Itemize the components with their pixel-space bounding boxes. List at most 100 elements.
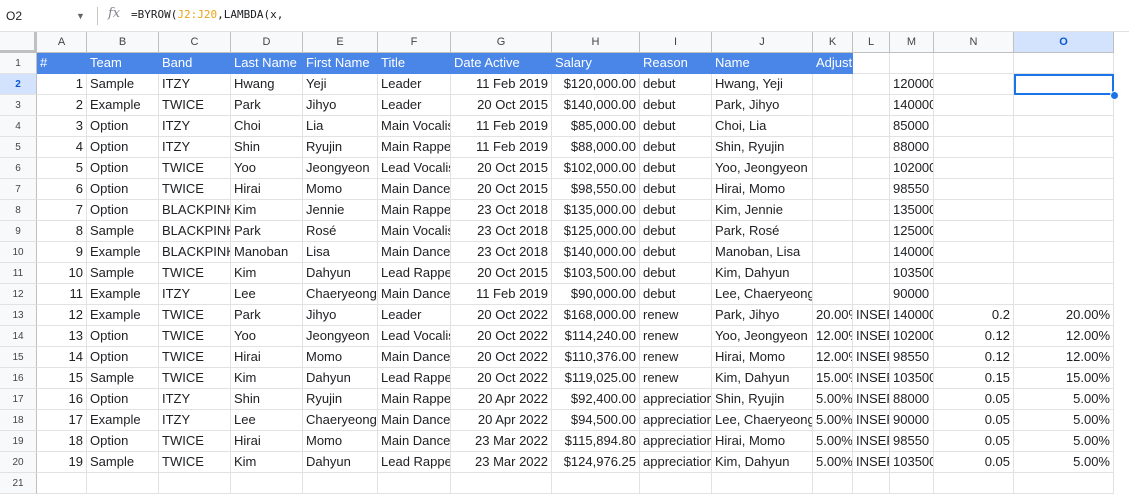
- table-cell[interactable]: Shin, Ryujin: [712, 389, 813, 410]
- table-cell[interactable]: 98550: [890, 431, 934, 452]
- table-cell[interactable]: 11 Feb 2019: [451, 74, 552, 95]
- table-cell[interactable]: INSERT: [853, 305, 890, 326]
- empty-cell[interactable]: [87, 473, 159, 494]
- row-header-7[interactable]: 7: [0, 179, 37, 200]
- empty-cell[interactable]: [1014, 53, 1114, 74]
- table-cell[interactable]: 12.00%: [813, 347, 853, 368]
- table-cell[interactable]: 11: [37, 284, 87, 305]
- table-cell[interactable]: Main Dancer: [378, 410, 451, 431]
- empty-cell[interactable]: [934, 53, 1014, 74]
- column-header-k[interactable]: K: [813, 32, 853, 53]
- row-header-8[interactable]: 8: [0, 200, 37, 221]
- row-header-2[interactable]: 2: [0, 74, 37, 95]
- column-header-c[interactable]: C: [159, 32, 231, 53]
- empty-cell[interactable]: [451, 473, 552, 494]
- table-cell[interactable]: 90000: [890, 410, 934, 431]
- table-cell[interactable]: Main Dancer: [378, 179, 451, 200]
- table-cell[interactable]: Main Rapper: [378, 389, 451, 410]
- table-cell[interactable]: ITZY: [159, 116, 231, 137]
- table-cell[interactable]: $114,240.00: [552, 326, 640, 347]
- table-cell[interactable]: $88,000.00: [552, 137, 640, 158]
- table-cell[interactable]: 5.00%: [1014, 452, 1114, 473]
- column-header-g[interactable]: G: [451, 32, 552, 53]
- table-cell[interactable]: Main Dancer: [378, 347, 451, 368]
- table-cell[interactable]: INSERT: [853, 410, 890, 431]
- table-cell[interactable]: Example: [87, 284, 159, 305]
- table-cell[interactable]: 15.00%: [1014, 368, 1114, 389]
- table-cell[interactable]: 23 Oct 2018: [451, 221, 552, 242]
- table-cell[interactable]: ITZY: [159, 74, 231, 95]
- table-cell[interactable]: $90,000.00: [552, 284, 640, 305]
- column-header-b[interactable]: B: [87, 32, 159, 53]
- table-cell[interactable]: Main Vocalist: [378, 116, 451, 137]
- table-cell[interactable]: 20.00%: [1014, 305, 1114, 326]
- table-cell[interactable]: TWICE: [159, 263, 231, 284]
- row-header-5[interactable]: 5: [0, 137, 37, 158]
- row-header-14[interactable]: 14: [0, 326, 37, 347]
- table-cell[interactable]: Sample: [87, 368, 159, 389]
- table-cell[interactable]: 8: [37, 221, 87, 242]
- table-cell[interactable]: 14: [37, 347, 87, 368]
- table-cell[interactable]: appreciation: [640, 431, 712, 452]
- table-cell[interactable]: Choi, Lia: [712, 116, 813, 137]
- header-cell[interactable]: Title: [378, 53, 451, 74]
- table-cell[interactable]: Yeji: [303, 74, 378, 95]
- table-cell[interactable]: 19: [37, 452, 87, 473]
- table-cell[interactable]: [934, 116, 1014, 137]
- table-cell[interactable]: TWICE: [159, 368, 231, 389]
- table-cell[interactable]: Kim: [231, 200, 303, 221]
- row-header-4[interactable]: 4: [0, 116, 37, 137]
- table-cell[interactable]: Dahyun: [303, 263, 378, 284]
- table-cell[interactable]: Choi: [231, 116, 303, 137]
- table-cell[interactable]: Momo: [303, 347, 378, 368]
- table-cell[interactable]: appreciation: [640, 410, 712, 431]
- table-cell[interactable]: Sample: [87, 74, 159, 95]
- table-cell[interactable]: Rosé: [303, 221, 378, 242]
- table-cell[interactable]: $110,376.00: [552, 347, 640, 368]
- table-cell[interactable]: 16: [37, 389, 87, 410]
- table-cell[interactable]: [934, 74, 1014, 95]
- row-header-19[interactable]: 19: [0, 431, 37, 452]
- table-cell[interactable]: [934, 200, 1014, 221]
- empty-cell[interactable]: [378, 473, 451, 494]
- table-cell[interactable]: Example: [87, 242, 159, 263]
- row-header-15[interactable]: 15: [0, 347, 37, 368]
- table-cell[interactable]: 102000: [890, 326, 934, 347]
- table-cell[interactable]: renew: [640, 305, 712, 326]
- table-cell[interactable]: ITZY: [159, 410, 231, 431]
- table-cell[interactable]: [853, 95, 890, 116]
- table-cell[interactable]: [934, 263, 1014, 284]
- table-cell[interactable]: Kim, Dahyun: [712, 452, 813, 473]
- row-header-21[interactable]: 21: [0, 473, 37, 494]
- table-cell[interactable]: [934, 221, 1014, 242]
- table-cell[interactable]: Hirai, Momo: [712, 431, 813, 452]
- table-cell[interactable]: 20 Oct 2015: [451, 95, 552, 116]
- empty-cell[interactable]: [853, 53, 890, 74]
- header-cell[interactable]: Last Name: [231, 53, 303, 74]
- chevron-down-icon[interactable]: ▼: [76, 6, 85, 26]
- header-cell[interactable]: #: [37, 53, 87, 74]
- table-cell[interactable]: Jihyo: [303, 95, 378, 116]
- table-cell[interactable]: renew: [640, 368, 712, 389]
- table-cell[interactable]: TWICE: [159, 179, 231, 200]
- table-cell[interactable]: [934, 137, 1014, 158]
- table-cell[interactable]: Hwang: [231, 74, 303, 95]
- table-cell[interactable]: Sample: [87, 221, 159, 242]
- table-cell[interactable]: 140000: [890, 95, 934, 116]
- table-cell[interactable]: [853, 179, 890, 200]
- table-cell[interactable]: 17: [37, 410, 87, 431]
- table-cell[interactable]: Main Rapper: [378, 137, 451, 158]
- empty-cell[interactable]: [890, 473, 934, 494]
- row-header-12[interactable]: 12: [0, 284, 37, 305]
- table-cell[interactable]: 12.00%: [813, 326, 853, 347]
- table-cell[interactable]: Example: [87, 95, 159, 116]
- empty-cell[interactable]: [640, 473, 712, 494]
- table-cell[interactable]: [853, 263, 890, 284]
- row-header-13[interactable]: 13: [0, 305, 37, 326]
- table-cell[interactable]: ITZY: [159, 389, 231, 410]
- row-header-10[interactable]: 10: [0, 242, 37, 263]
- table-cell[interactable]: [934, 284, 1014, 305]
- name-box[interactable]: O2 ▼: [6, 6, 88, 26]
- table-cell[interactable]: Option: [87, 158, 159, 179]
- table-cell[interactable]: 20 Oct 2015: [451, 179, 552, 200]
